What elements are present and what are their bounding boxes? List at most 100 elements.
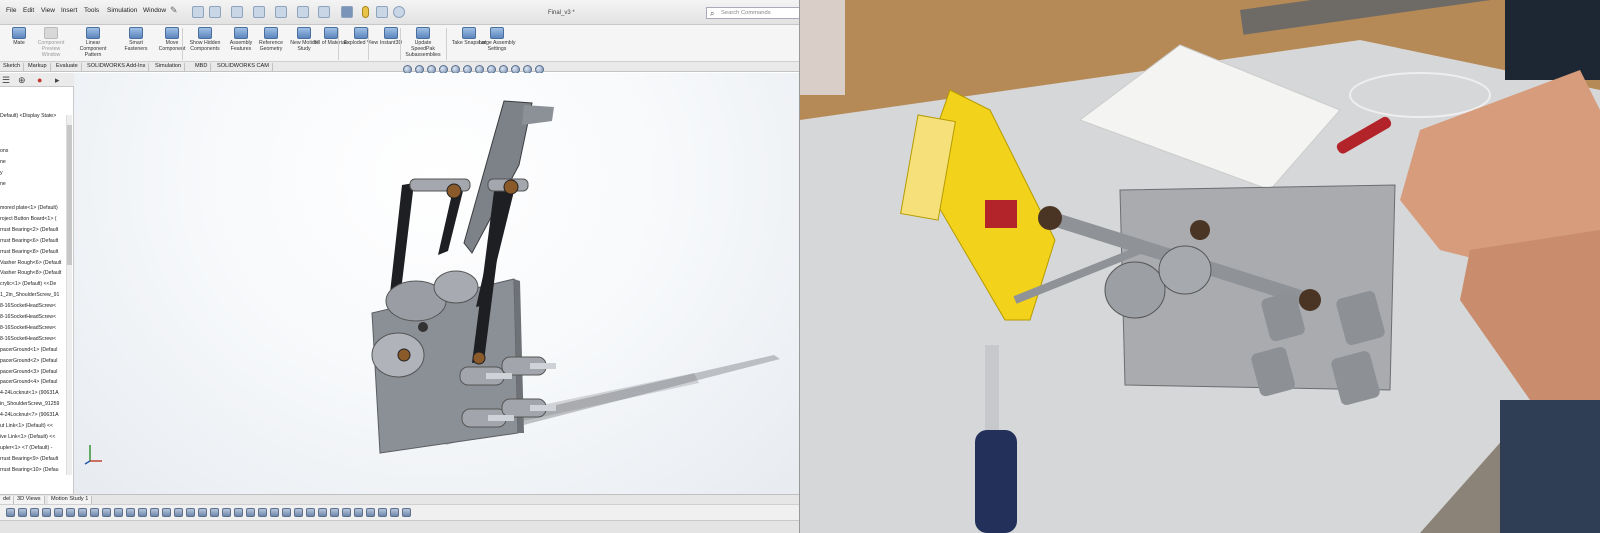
motion-toolbar-icon[interactable]: [330, 508, 339, 517]
menu-tools[interactable]: Tools: [84, 7, 99, 14]
motion-toolbar-icon[interactable]: [90, 508, 99, 517]
tree-item[interactable]: 8-16SocketHeadScrew<: [0, 301, 66, 311]
tree-item[interactable]: rrust Bearing<2> (Default: [0, 225, 66, 235]
motion-toolbar-icon[interactable]: [186, 508, 195, 517]
ribbon-button[interactable]: Update SpeedPak Subassemblies: [404, 27, 442, 58]
tab-mbd[interactable]: MBD: [192, 63, 212, 72]
motion-toolbar-icon[interactable]: [210, 508, 219, 517]
tree-item[interactable]: rrust Bearing<8> (Default: [0, 247, 66, 257]
traffic-light-icon[interactable]: [362, 6, 369, 18]
motion-toolbar-icon[interactable]: [246, 508, 255, 517]
tree-item[interactable]: rrust Bearing<6> (Default: [0, 236, 66, 246]
display-manager-icon[interactable]: ●: [37, 75, 42, 85]
print-icon[interactable]: [275, 6, 287, 18]
tree-item[interactable]: 4-24Locknut<1> (90631A: [0, 388, 66, 398]
tree-item[interactable]: pacerGround<2> (Defaul: [0, 356, 66, 366]
tree-item[interactable]: in_ShoulderScrew_91259: [0, 399, 66, 409]
motion-toolbar-icon[interactable]: [150, 508, 159, 517]
rebuild-icon[interactable]: [376, 6, 388, 18]
motion-toolbar-icon[interactable]: [282, 508, 291, 517]
tree-item[interactable]: upler<1> <7 (Default) -: [0, 443, 66, 453]
ribbon-button[interactable]: Smart Fasteners: [117, 27, 155, 52]
tree-item[interactable]: Vasher Rough<6> (Default: [0, 258, 66, 268]
home-icon[interactable]: [192, 6, 204, 18]
motion-toolbar-icon[interactable]: [114, 508, 123, 517]
menu-edit[interactable]: Edit: [23, 7, 34, 14]
tab-cam[interactable]: SOLIDWORKS CAM: [214, 63, 273, 72]
menu-insert[interactable]: Insert: [61, 7, 77, 14]
tab-evaluate[interactable]: Evaluate: [53, 63, 82, 72]
motion-toolbar-icon[interactable]: [162, 508, 171, 517]
new-document-icon[interactable]: [209, 6, 221, 18]
tree-item[interactable]: pacerGround<3> (Defaul: [0, 367, 66, 377]
motion-toolbar-icon[interactable]: [42, 508, 51, 517]
options-gear-icon[interactable]: [393, 6, 405, 18]
tree-item[interactable]: mored plate<1> (Default): [0, 203, 66, 213]
feature-manager-icon[interactable]: ☰: [2, 75, 10, 86]
motion-toolbar-icon[interactable]: [318, 508, 327, 517]
tree-item[interactable]: 1_2in_ShoulderScrew_91: [0, 290, 66, 300]
tree-item[interactable]: crylic<1> (Default) <<De: [0, 279, 66, 289]
motion-toolbar-icon[interactable]: [366, 508, 375, 517]
menu-file[interactable]: File: [6, 7, 16, 14]
tree-top-row[interactable]: ne: [0, 181, 6, 187]
tree-item[interactable]: 8-16SocketHeadScrew<: [0, 312, 66, 322]
tree-top-row[interactable]: y: [0, 170, 3, 176]
motion-toolbar-icon[interactable]: [198, 508, 207, 517]
motion-toolbar-icon[interactable]: [102, 508, 111, 517]
motion-toolbar-icon[interactable]: [402, 508, 411, 517]
tree-top-row[interactable]: ne: [0, 159, 6, 165]
ribbon-button[interactable]: Linear Component Pattern: [74, 27, 112, 58]
search-commands-input[interactable]: ⌕ Search Commands: [706, 7, 799, 19]
motion-toolbar-icon[interactable]: [378, 508, 387, 517]
tab-addins[interactable]: SOLIDWORKS Add-Ins: [84, 63, 150, 72]
tree-item[interactable]: 8-16SocketHeadScrew<: [0, 334, 66, 344]
tree-item[interactable]: 4-24Locknut<7> (90631A: [0, 410, 66, 420]
motion-toolbar-icon[interactable]: [126, 508, 135, 517]
panel-expand-icon[interactable]: ▸: [55, 75, 60, 86]
open-icon[interactable]: [231, 6, 243, 18]
motion-toolbar-icon[interactable]: [138, 508, 147, 517]
ribbon-button[interactable]: Show Hidden Components: [186, 27, 224, 52]
pin-icon[interactable]: ✎: [170, 5, 178, 16]
ribbon-button[interactable]: Component Preview Window: [32, 27, 70, 58]
tree-item[interactable]: pacerGround<4> (Defaul: [0, 377, 66, 387]
motion-toolbar-icon[interactable]: [6, 508, 15, 517]
tree-top-row[interactable]: ons: [0, 148, 8, 154]
redo-icon[interactable]: [318, 6, 330, 18]
motion-toolbar-icon[interactable]: [66, 508, 75, 517]
menu-view[interactable]: View: [41, 7, 55, 14]
tree-item[interactable]: rrust Bearing<10> (Defau: [0, 465, 66, 475]
tree-item[interactable]: rrust Bearing<9> (Default: [0, 454, 66, 464]
menu-window[interactable]: Window: [143, 7, 166, 14]
tree-item[interactable]: Vasher Rough<8> (Default: [0, 268, 66, 278]
motion-toolbar-icon[interactable]: [234, 508, 243, 517]
graphics-viewport[interactable]: [74, 73, 799, 494]
motion-toolbar-icon[interactable]: [18, 508, 27, 517]
configuration-manager-icon[interactable]: ⊕: [18, 75, 26, 86]
motion-toolbar-icon[interactable]: [306, 508, 315, 517]
tree-item[interactable]: roject Button Board<1> (: [0, 214, 66, 224]
ribbon-button[interactable]: Large Assembly Settings: [478, 27, 516, 52]
menu-simulation[interactable]: Simulation: [107, 7, 137, 14]
tree-item[interactable]: ive Link<1> (Default) <<: [0, 432, 66, 442]
scrollbar-thumb[interactable]: [67, 125, 72, 265]
motion-toolbar-icon[interactable]: [354, 508, 363, 517]
tree-item[interactable]: pacerGround<1> (Defaul: [0, 345, 66, 355]
tree-item[interactable]: 8-16SocketHeadScrew<: [0, 323, 66, 333]
motion-toolbar-icon[interactable]: [342, 508, 351, 517]
motion-toolbar-icon[interactable]: [294, 508, 303, 517]
motion-toolbar-icon[interactable]: [174, 508, 183, 517]
motion-toolbar-icon[interactable]: [30, 508, 39, 517]
motion-toolbar-icon[interactable]: [270, 508, 279, 517]
panel-scrollbar[interactable]: [66, 115, 72, 475]
motion-toolbar-icon[interactable]: [54, 508, 63, 517]
tab-markup[interactable]: Markup: [25, 63, 51, 72]
select-icon[interactable]: [341, 6, 353, 18]
motion-toolbar-icon[interactable]: [390, 508, 399, 517]
tab-sketch[interactable]: Sketch: [0, 63, 25, 72]
save-icon[interactable]: [253, 6, 265, 18]
tree-item[interactable]: ut Link<1> (Default) <<: [0, 421, 66, 431]
motion-toolbar-icon[interactable]: [78, 508, 87, 517]
motion-toolbar-icon[interactable]: [222, 508, 231, 517]
